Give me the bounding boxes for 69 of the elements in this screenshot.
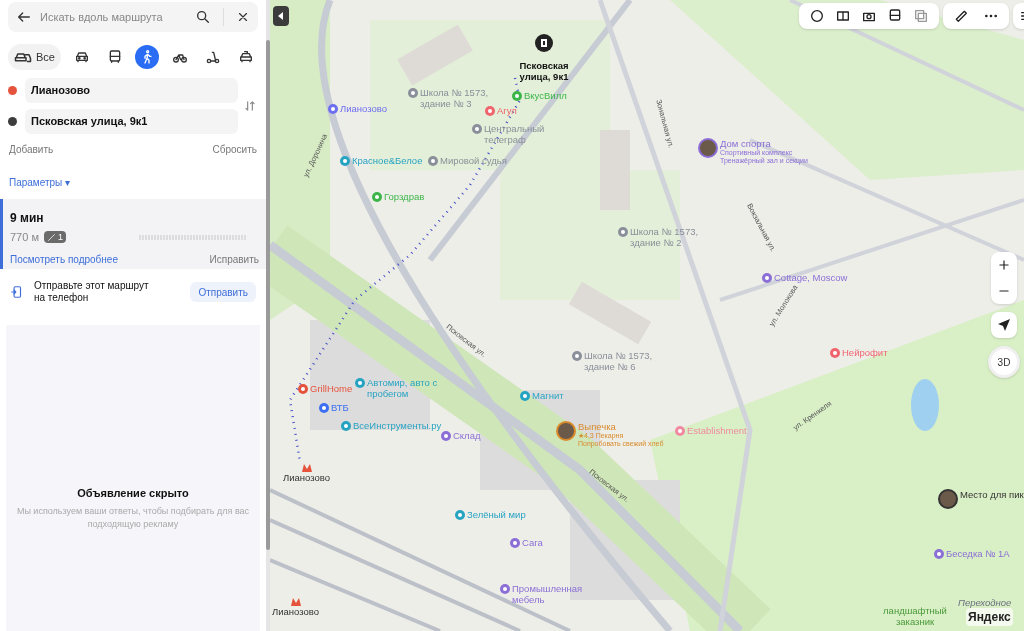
scooter-icon xyxy=(205,49,222,65)
metro-icon xyxy=(301,464,312,472)
map-label: Нейрофит xyxy=(842,347,888,358)
add-link[interactable]: Добавить xyxy=(9,142,54,157)
search-input[interactable]: Искать вдоль маршрута xyxy=(40,8,187,26)
waypoint-field[interactable]: Псковская улица, 9к1 xyxy=(25,109,238,134)
map-label: Зелёный мир xyxy=(467,509,526,520)
send-text: Отправьте этот маршрут на телефон xyxy=(34,280,149,304)
map-label: Дом спорта xyxy=(720,138,771,149)
map-label: Псковская улица, 9к1 xyxy=(518,60,570,82)
location-button[interactable] xyxy=(991,312,1017,338)
map-label: Establishment xyxy=(687,425,747,436)
search-icon[interactable] xyxy=(195,9,211,25)
metro-icon xyxy=(290,598,301,606)
arrow-icon xyxy=(998,319,1010,331)
map-label: ВТБ xyxy=(331,402,349,413)
taxi-icon xyxy=(237,49,254,65)
squares-icon[interactable] xyxy=(913,8,929,24)
map-label: Промышленная мебель xyxy=(512,583,584,605)
map-label: Красное&Белое xyxy=(352,155,423,166)
map-label: Беседка № 1А xyxy=(946,548,1010,559)
map-label: Сага xyxy=(522,537,543,548)
send-button[interactable]: Отправить xyxy=(190,282,256,302)
details-link[interactable]: Посмотреть подробнее xyxy=(10,251,118,267)
fix-link[interactable]: Исправить xyxy=(209,251,259,267)
route-card[interactable]: 9 мин 770 м 1 Посмотреть подробнее Исправить xyxy=(0,199,266,269)
map-label: Школа № 1573, здание № 6 xyxy=(584,350,654,372)
map-label: Склад xyxy=(453,430,481,441)
map-label: Переходное xyxy=(958,597,1012,608)
map-label: Агул xyxy=(497,105,517,116)
map-label: Мировой судья xyxy=(440,155,507,166)
map-label: Автомир, авто с пробегом xyxy=(367,377,439,399)
route-time: 9 мин xyxy=(10,210,44,227)
map-label: Лианозово xyxy=(283,472,330,483)
back-icon[interactable] xyxy=(16,9,32,25)
phone-icon xyxy=(10,284,24,300)
collapse-panel-button[interactable] xyxy=(273,6,289,26)
map-label: Cottage, Moscow xyxy=(774,272,848,283)
map-label: ландшафтный заказник xyxy=(882,605,948,627)
map-label: ВкусВилл xyxy=(524,90,567,101)
route-distance: 770 м xyxy=(10,230,39,245)
stairs-badge: 1 xyxy=(44,231,66,244)
triangle-icon xyxy=(278,12,284,20)
plus-icon xyxy=(997,258,1011,272)
map-label: Горздрав xyxy=(384,191,425,202)
map-label: Место для пик xyxy=(960,489,1024,500)
ruler-icon[interactable] xyxy=(953,8,969,24)
reset-link[interactable]: Сбросить xyxy=(212,142,257,157)
map-label: Школа № 1573, здание № 2 xyxy=(630,226,700,248)
ad-text: Мы используем ваши ответы, чтобы подбирать для вас подходящую рекламу xyxy=(15,505,251,532)
map-label: Лианозово xyxy=(272,606,319,617)
map-label: Центральный телеграф xyxy=(484,123,546,145)
waypoint-field[interactable]: Лианозово xyxy=(25,78,238,103)
car-icon xyxy=(73,49,90,65)
map-label: Школа № 1573, здание № 3 xyxy=(420,87,490,109)
all-modes-tab[interactable]: Все xyxy=(8,44,61,70)
parameters-link[interactable]: Параметры ▾ xyxy=(0,175,80,190)
map-label: Выпечка xyxy=(578,421,616,432)
scrollbar[interactable] xyxy=(266,40,270,550)
bus-icon[interactable] xyxy=(887,8,903,24)
map-label: Магнит xyxy=(532,390,564,401)
map-label: GrillHome xyxy=(310,383,353,394)
swap-icon[interactable] xyxy=(243,99,257,113)
map-logo: Яндекс xyxy=(966,608,1013,626)
ad-title: Объявление скрыто xyxy=(77,485,189,501)
close-icon[interactable] xyxy=(236,10,250,24)
map-label: ВсеИнструменты.ру xyxy=(353,420,442,431)
map-label: Лианозово xyxy=(340,103,387,114)
search-bar[interactable]: Искать вдоль маршрута xyxy=(8,2,258,32)
